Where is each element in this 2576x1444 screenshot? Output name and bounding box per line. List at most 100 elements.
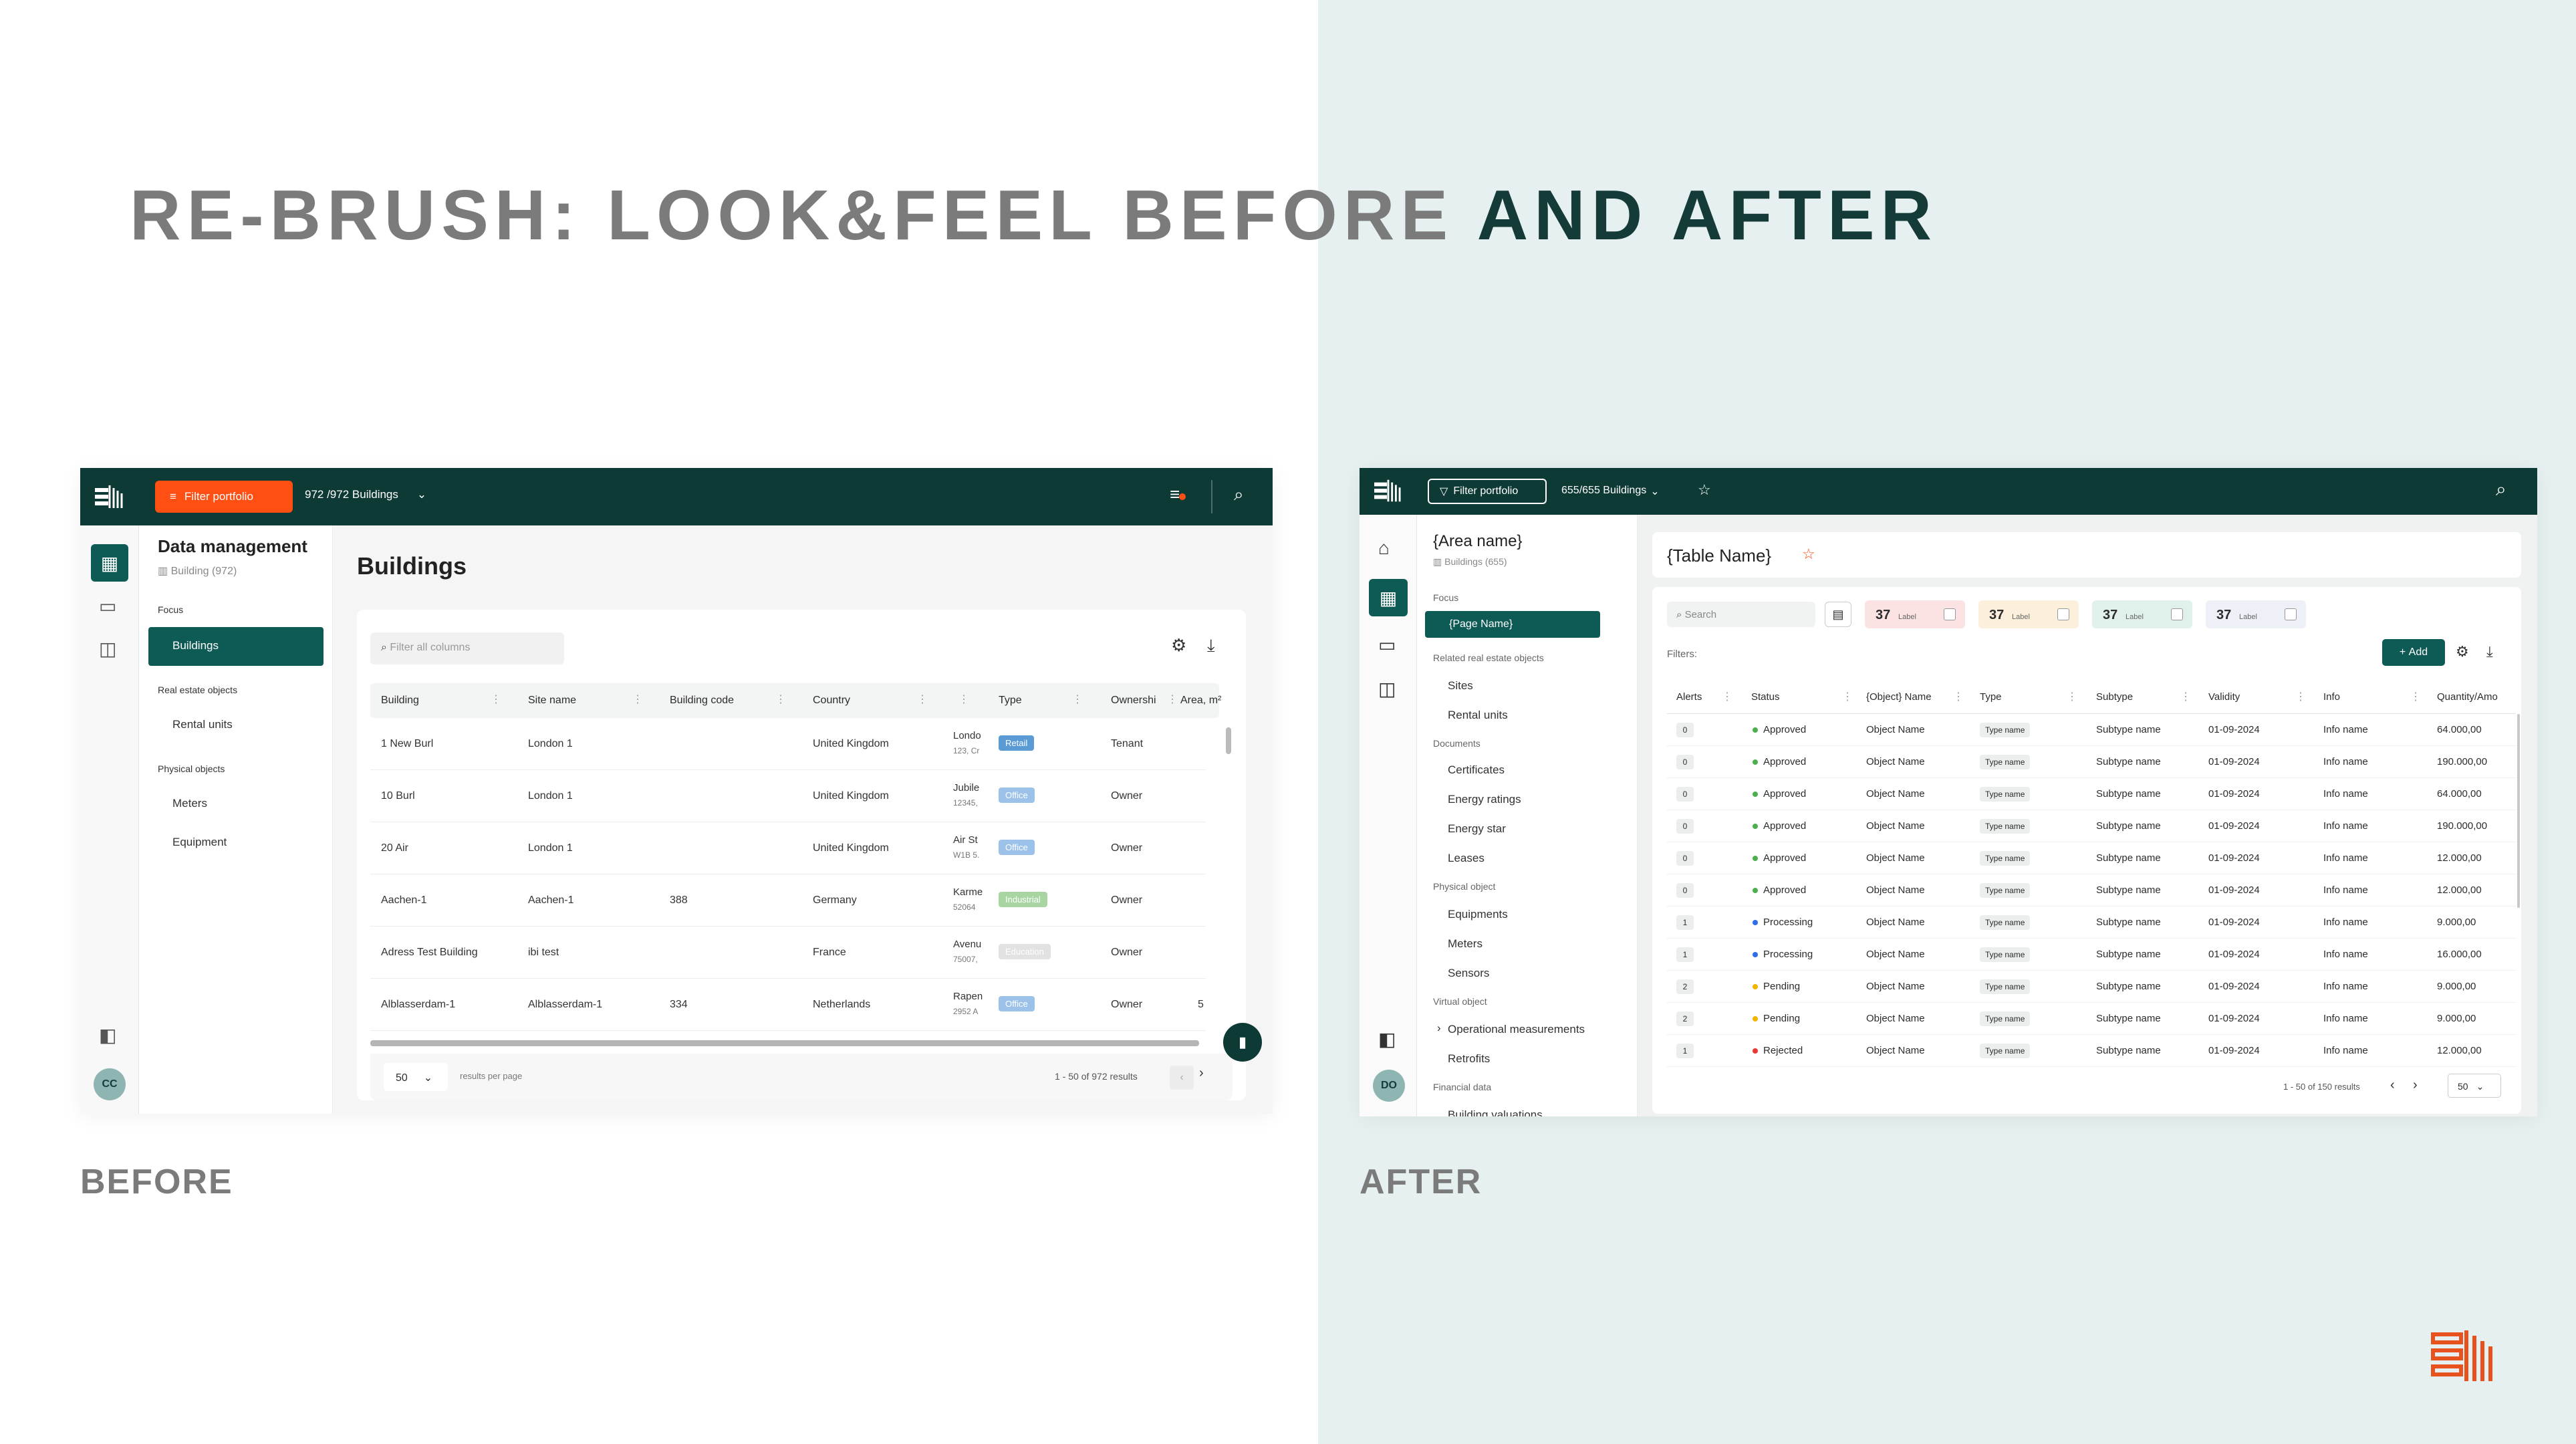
nav-item-equipment[interactable]: Equipment bbox=[172, 836, 227, 849]
filter-alert-icon[interactable]: ≡ bbox=[1170, 484, 1186, 505]
column-header[interactable]: Quantity/Amo bbox=[2437, 691, 2516, 703]
next-page-icon[interactable]: › bbox=[2413, 1078, 2418, 1093]
favorite-star-icon[interactable]: ☆ bbox=[1802, 546, 1815, 563]
objects-icon[interactable]: ◫ bbox=[1378, 678, 1396, 700]
column-menu-icon[interactable]: ⋮ bbox=[2067, 690, 2077, 703]
nav-item-building-valuations[interactable]: Building valuations bbox=[1448, 1108, 1543, 1116]
kpi-checkbox[interactable] bbox=[2057, 608, 2069, 620]
table-icon[interactable]: ▦ bbox=[1369, 579, 1408, 616]
nav-item-leases[interactable]: Leases bbox=[1448, 852, 1485, 865]
column-header[interactable]: Building bbox=[381, 695, 419, 707]
collapse-sidebar-icon[interactable]: ◧ bbox=[1378, 1028, 1396, 1050]
column-header[interactable]: {Object} Name bbox=[1866, 691, 1932, 703]
table-row[interactable]: 1 New Burl London 1 United Kingdom Tenant Lo… bbox=[370, 718, 1206, 770]
column-menu-icon[interactable]: ⋮ bbox=[1722, 690, 1732, 703]
table-row[interactable]: Aachen-1 Aachen-1 388 Germany Owner Karme 5206… bbox=[370, 874, 1206, 927]
nav-item-rental-units[interactable]: Rental units bbox=[1448, 709, 1508, 722]
settings-icon[interactable]: ⚙ bbox=[2456, 643, 2469, 660]
dashboard-icon[interactable]: ▭ bbox=[99, 595, 116, 617]
column-menu-icon[interactable]: ⋮ bbox=[1842, 690, 1853, 703]
filter-portfolio-button[interactable]: ≡ Filter portfolio bbox=[155, 481, 293, 513]
column-header[interactable]: Area, m² bbox=[1180, 695, 1221, 707]
settings-icon[interactable]: ⚙ bbox=[1171, 635, 1186, 656]
nav-item-page-name[interactable]: {Page Name} bbox=[1425, 611, 1600, 638]
chevron-right-icon[interactable]: › bbox=[1437, 1021, 1441, 1035]
column-menu-icon[interactable]: ⋮ bbox=[2410, 690, 2421, 703]
table-row[interactable]: Adress Test Building ibi test France Owner A… bbox=[370, 927, 1206, 979]
vertical-scrollbar[interactable] bbox=[2517, 714, 2520, 908]
table-row[interactable]: 0 Approved Object Name Type name Subtype nam… bbox=[1667, 874, 2516, 907]
nav-item-buildings[interactable]: Buildings bbox=[148, 627, 324, 666]
column-header[interactable]: Type bbox=[1980, 691, 2002, 703]
nav-item-retrofits[interactable]: Retrofits bbox=[1448, 1052, 1490, 1066]
collapse-sidebar-icon[interactable]: ◧ bbox=[99, 1024, 116, 1046]
home-icon[interactable]: ⌂ bbox=[1378, 537, 1390, 559]
column-menu-icon[interactable]: ⋮ bbox=[1072, 693, 1083, 706]
column-header[interactable]: Site name bbox=[528, 695, 576, 707]
calendar-icon[interactable]: ▤ bbox=[1825, 602, 1851, 627]
add-button[interactable]: + Add bbox=[2382, 639, 2445, 666]
nav-item-meters[interactable]: Meters bbox=[172, 797, 207, 810]
nav-item-certificates[interactable]: Certificates bbox=[1448, 763, 1505, 777]
column-header[interactable]: Type bbox=[999, 695, 1022, 707]
kpi-chip[interactable]: 37 Label bbox=[2092, 600, 2192, 628]
search-icon[interactable]: ⌕ bbox=[2496, 479, 2506, 501]
building-count-dropdown[interactable]: 972 /972 Buildings ⌄ bbox=[305, 488, 426, 501]
kpi-chip[interactable]: 37 Label bbox=[1865, 600, 1965, 628]
column-header[interactable]: Info bbox=[2323, 691, 2340, 703]
table-row[interactable]: 0 Approved Object Name Type name Subtype nam… bbox=[1667, 778, 2516, 810]
column-header[interactable]: Subtype bbox=[2096, 691, 2133, 703]
star-icon[interactable]: ☆ bbox=[1698, 481, 1711, 499]
download-icon[interactable]: ⤓ bbox=[2486, 643, 2493, 660]
search-input[interactable]: ⌕ Search bbox=[1667, 602, 1815, 627]
download-icon[interactable]: ⤓ bbox=[1207, 635, 1215, 656]
table-row[interactable]: 20 Air London 1 United Kingdom Owner Air St W… bbox=[370, 822, 1206, 874]
per-page-select[interactable]: 50 ⌄ bbox=[2448, 1074, 2501, 1098]
table-row[interactable]: 0 Approved Object Name Type name Subtype nam… bbox=[1667, 810, 2516, 842]
kpi-checkbox[interactable] bbox=[2171, 608, 2183, 620]
table-row[interactable]: 1 Processing Object Name Type name Subtype n… bbox=[1667, 907, 2516, 939]
objects-icon[interactable]: ◫ bbox=[99, 638, 116, 660]
avatar[interactable]: CC bbox=[94, 1068, 126, 1100]
column-menu-icon[interactable]: ⋮ bbox=[2180, 690, 2191, 703]
table-icon[interactable]: ▦ bbox=[91, 544, 128, 582]
column-menu-icon[interactable]: ⋮ bbox=[917, 693, 928, 706]
kpi-checkbox[interactable] bbox=[2285, 608, 2297, 620]
kpi-checkbox[interactable] bbox=[1944, 608, 1956, 620]
column-header[interactable]: Country bbox=[813, 695, 850, 707]
nav-item-equipments[interactable]: Equipments bbox=[1448, 908, 1508, 921]
column-menu-icon[interactable]: ⋮ bbox=[775, 693, 786, 706]
nav-item-sites[interactable]: Sites bbox=[1448, 679, 1473, 693]
column-header[interactable]: Validity bbox=[2208, 691, 2240, 703]
table-row[interactable]: 0 Approved Object Name Type name Subtype nam… bbox=[1667, 746, 2516, 778]
filter-portfolio-button[interactable]: ▽ Filter portfolio bbox=[1428, 479, 1547, 504]
per-page-select[interactable]: 50 ⌄ bbox=[384, 1063, 448, 1091]
vertical-scrollbar[interactable] bbox=[1226, 727, 1231, 754]
prev-page-icon[interactable]: ‹ bbox=[1170, 1066, 1194, 1090]
avatar[interactable]: DO bbox=[1373, 1070, 1405, 1102]
prev-page-icon[interactable]: ‹ bbox=[2390, 1078, 2395, 1093]
chat-icon[interactable]: ▮ bbox=[1223, 1023, 1262, 1062]
column-header[interactable]: Ownershi bbox=[1111, 695, 1164, 707]
table-row[interactable]: 0 Approved Object Name Type name Subtype nam… bbox=[1667, 842, 2516, 874]
column-menu-icon[interactable]: ⋮ bbox=[1167, 693, 1178, 706]
nav-item-meters[interactable]: Meters bbox=[1448, 937, 1483, 951]
table-row[interactable]: 0 Approved Object Name Type name Subtype nam… bbox=[1667, 714, 2516, 746]
building-count-dropdown[interactable]: 655/655 Buildings ⌄ bbox=[1561, 485, 1660, 498]
column-menu-icon[interactable]: ⋮ bbox=[1953, 690, 1964, 703]
search-icon[interactable]: ⌕ bbox=[1234, 484, 1244, 505]
table-row[interactable]: 10 Burl London 1 United Kingdom Owner Jubile… bbox=[370, 770, 1206, 822]
table-row[interactable]: 2 Pending Object Name Type name Subtype name… bbox=[1667, 1003, 2516, 1035]
table-row[interactable]: 1 Processing Object Name Type name Subtype n… bbox=[1667, 939, 2516, 971]
column-menu-icon[interactable]: ⋮ bbox=[2295, 690, 2306, 703]
nav-item-sensors[interactable]: Sensors bbox=[1448, 967, 1489, 980]
nav-item-rental-units[interactable]: Rental units bbox=[172, 718, 233, 731]
table-row[interactable]: 2 Pending Object Name Type name Subtype name… bbox=[1667, 971, 2516, 1003]
horizontal-scrollbar[interactable] bbox=[370, 1040, 1199, 1046]
column-menu-icon[interactable]: ⋮ bbox=[958, 693, 969, 706]
filter-columns-input[interactable]: ⌕ Filter all columns bbox=[370, 632, 564, 665]
column-menu-icon[interactable]: ⋮ bbox=[632, 693, 643, 706]
nav-item-operational-measurements[interactable]: Operational measurements bbox=[1448, 1023, 1585, 1036]
table-row[interactable]: Alblasserdam-1 Alblasserdam-1 334 Netherlan… bbox=[370, 979, 1206, 1031]
nav-item-energy-star[interactable]: Energy star bbox=[1448, 822, 1506, 836]
